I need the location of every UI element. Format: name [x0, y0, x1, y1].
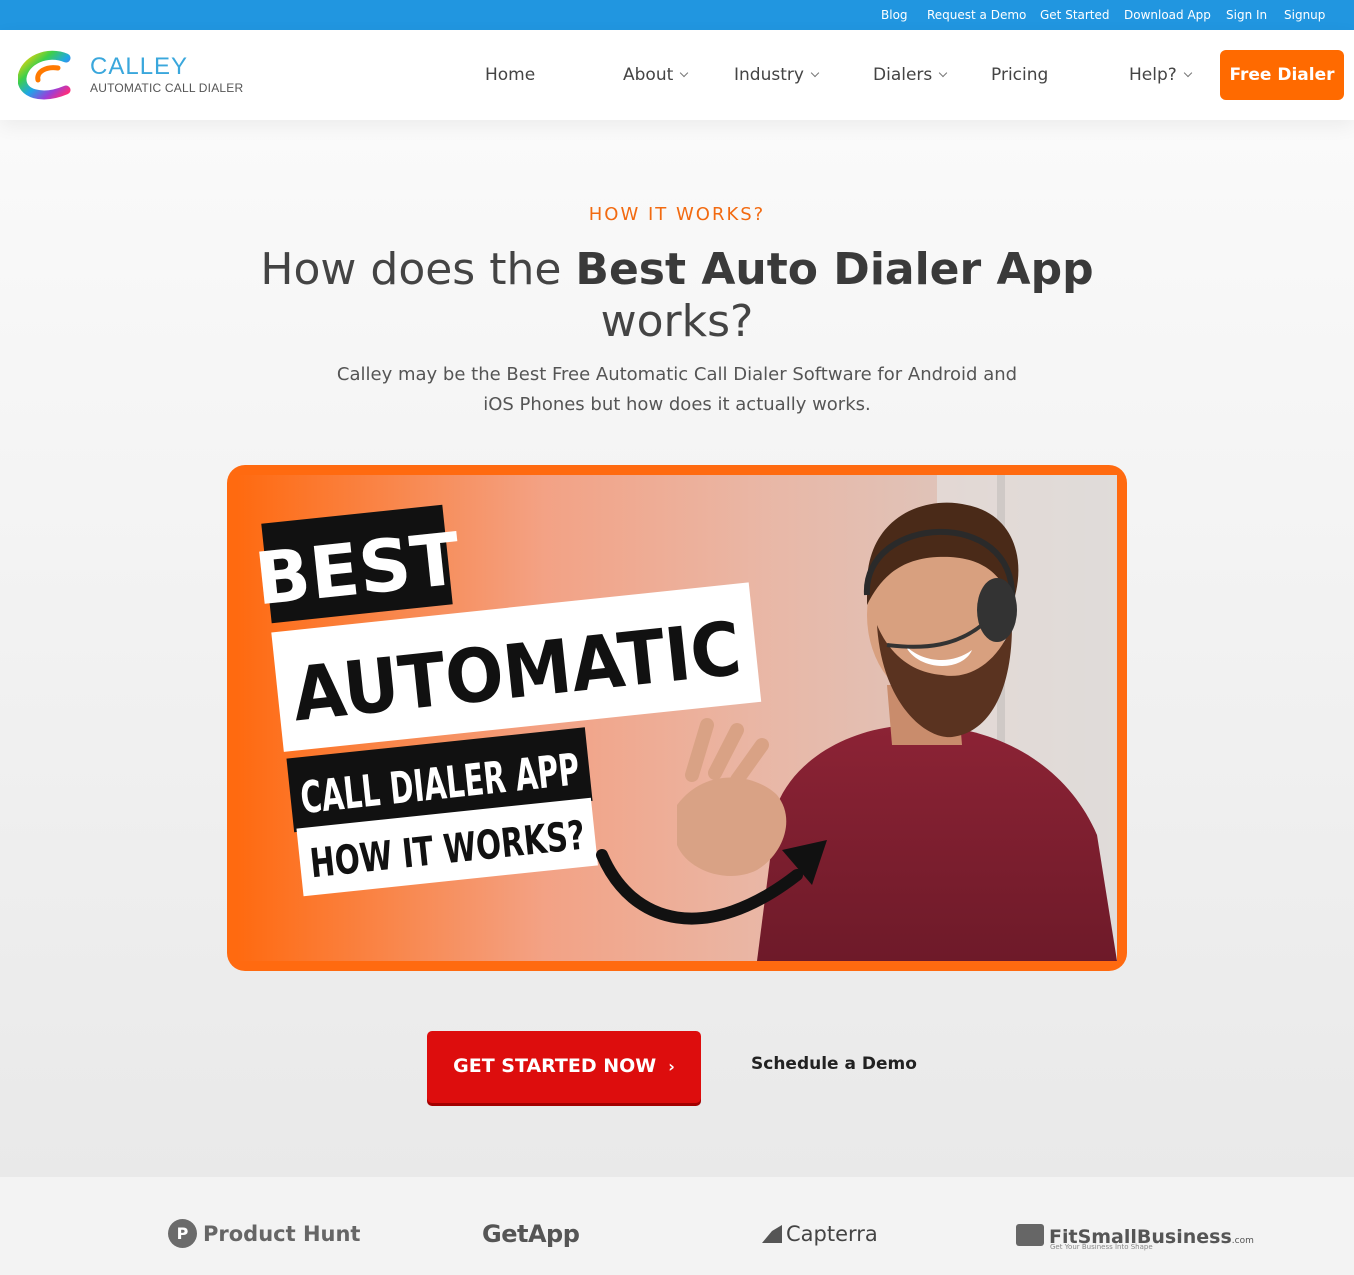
site-header: CALLEY AUTOMATIC CALL DIALER Home About …	[0, 30, 1354, 120]
chevron-down-icon	[1183, 68, 1193, 78]
calley-logo[interactable]: CALLEY AUTOMATIC CALL DIALER	[18, 50, 258, 102]
nav-help[interactable]: Help?	[1129, 65, 1193, 85]
section-eyebrow: HOW IT WORKS?	[588, 204, 766, 225]
free-dialer-button[interactable]: Free Dialer	[1220, 50, 1344, 100]
headline-part-2: works?	[600, 296, 754, 347]
getapp-name: GetApp	[482, 1220, 580, 1248]
fitsmallbusiness-logo[interactable]: FitSmallBusiness.com Get Your Business I…	[1016, 1221, 1254, 1251]
product-hunt-logo[interactable]: P Product Hunt	[168, 1219, 361, 1250]
calley-logo-icon	[18, 50, 71, 100]
topbar-link-get-started[interactable]: Get Started	[1040, 8, 1110, 22]
get-started-now-label: GET STARTED NOW	[453, 1055, 657, 1077]
capterra-name: Capterra	[786, 1222, 878, 1246]
product-hunt-icon: P	[168, 1219, 197, 1248]
fitsmallbusiness-suffix: .com	[1231, 1236, 1254, 1246]
chevron-down-icon	[680, 68, 689, 78]
chevron-down-icon	[939, 68, 948, 78]
top-utility-bar: Blog Request a Demo Get Started Download…	[0, 0, 1354, 30]
nav-home-label: Home	[485, 65, 536, 85]
logo-wordmark: CALLEY	[90, 53, 189, 80]
capterra-logo[interactable]: Capterra	[762, 1222, 878, 1246]
product-hunt-name: Product Hunt	[203, 1222, 361, 1246]
topbar-link-download-app[interactable]: Download App	[1124, 8, 1211, 22]
get-started-now-button[interactable]: GET STARTED NOW ›	[427, 1031, 701, 1103]
section-headline: How does the Best Auto Dialer App works?	[227, 244, 1127, 348]
headline-emphasis: Best Auto Dialer App	[575, 244, 1094, 295]
getapp-logo[interactable]: GetApp	[482, 1220, 580, 1248]
thumbnail-artwork: BEST AUTOMATIC CALL DIALER APP HOW IT WO…	[237, 475, 1117, 961]
nav-industry[interactable]: Industry	[734, 65, 820, 85]
chevron-down-icon	[810, 68, 820, 78]
thumbnail-photo: BEST AUTOMATIC CALL DIALER APP HOW IT WO…	[237, 475, 1117, 961]
capterra-icon	[762, 1225, 782, 1243]
nav-help-label: Help?	[1129, 65, 1177, 85]
chevron-right-icon: ›	[668, 1057, 675, 1076]
nav-industry-label: Industry	[734, 65, 804, 85]
topbar-link-request-demo[interactable]: Request a Demo	[927, 8, 1026, 22]
topbar-link-sign-in[interactable]: Sign In	[1226, 8, 1267, 22]
video-thumbnail[interactable]: BEST AUTOMATIC CALL DIALER APP HOW IT WO…	[227, 465, 1127, 971]
nav-pricing-label: Pricing	[991, 65, 1049, 85]
nav-home[interactable]: Home	[485, 65, 535, 85]
headline-part-1: How does the	[260, 244, 576, 295]
section-subheading: Calley may be the Best Free Automatic Ca…	[336, 364, 1018, 415]
logo-tagline: AUTOMATIC CALL DIALER	[90, 81, 244, 95]
briefcase-icon	[1016, 1224, 1044, 1246]
topbar-link-blog[interactable]: Blog	[881, 8, 908, 22]
nav-pricing[interactable]: Pricing	[991, 65, 1048, 85]
topbar-link-signup[interactable]: Signup	[1284, 8, 1325, 22]
review-sites-strip: P Product Hunt GetApp Capterra FitSmallBu…	[0, 1177, 1354, 1275]
nav-about[interactable]: About	[623, 65, 689, 85]
schedule-demo-link[interactable]: Schedule a Demo	[751, 1054, 917, 1074]
nav-dialers[interactable]: Dialers	[873, 65, 948, 85]
nav-about-label: About	[623, 65, 674, 85]
fitsmallbusiness-tagline: Get Your Business Into Shape	[1050, 1243, 1153, 1251]
nav-dialers-label: Dialers	[873, 65, 933, 85]
how-it-works-section: HOW IT WORKS? How does the Best Auto Dia…	[0, 120, 1354, 1177]
